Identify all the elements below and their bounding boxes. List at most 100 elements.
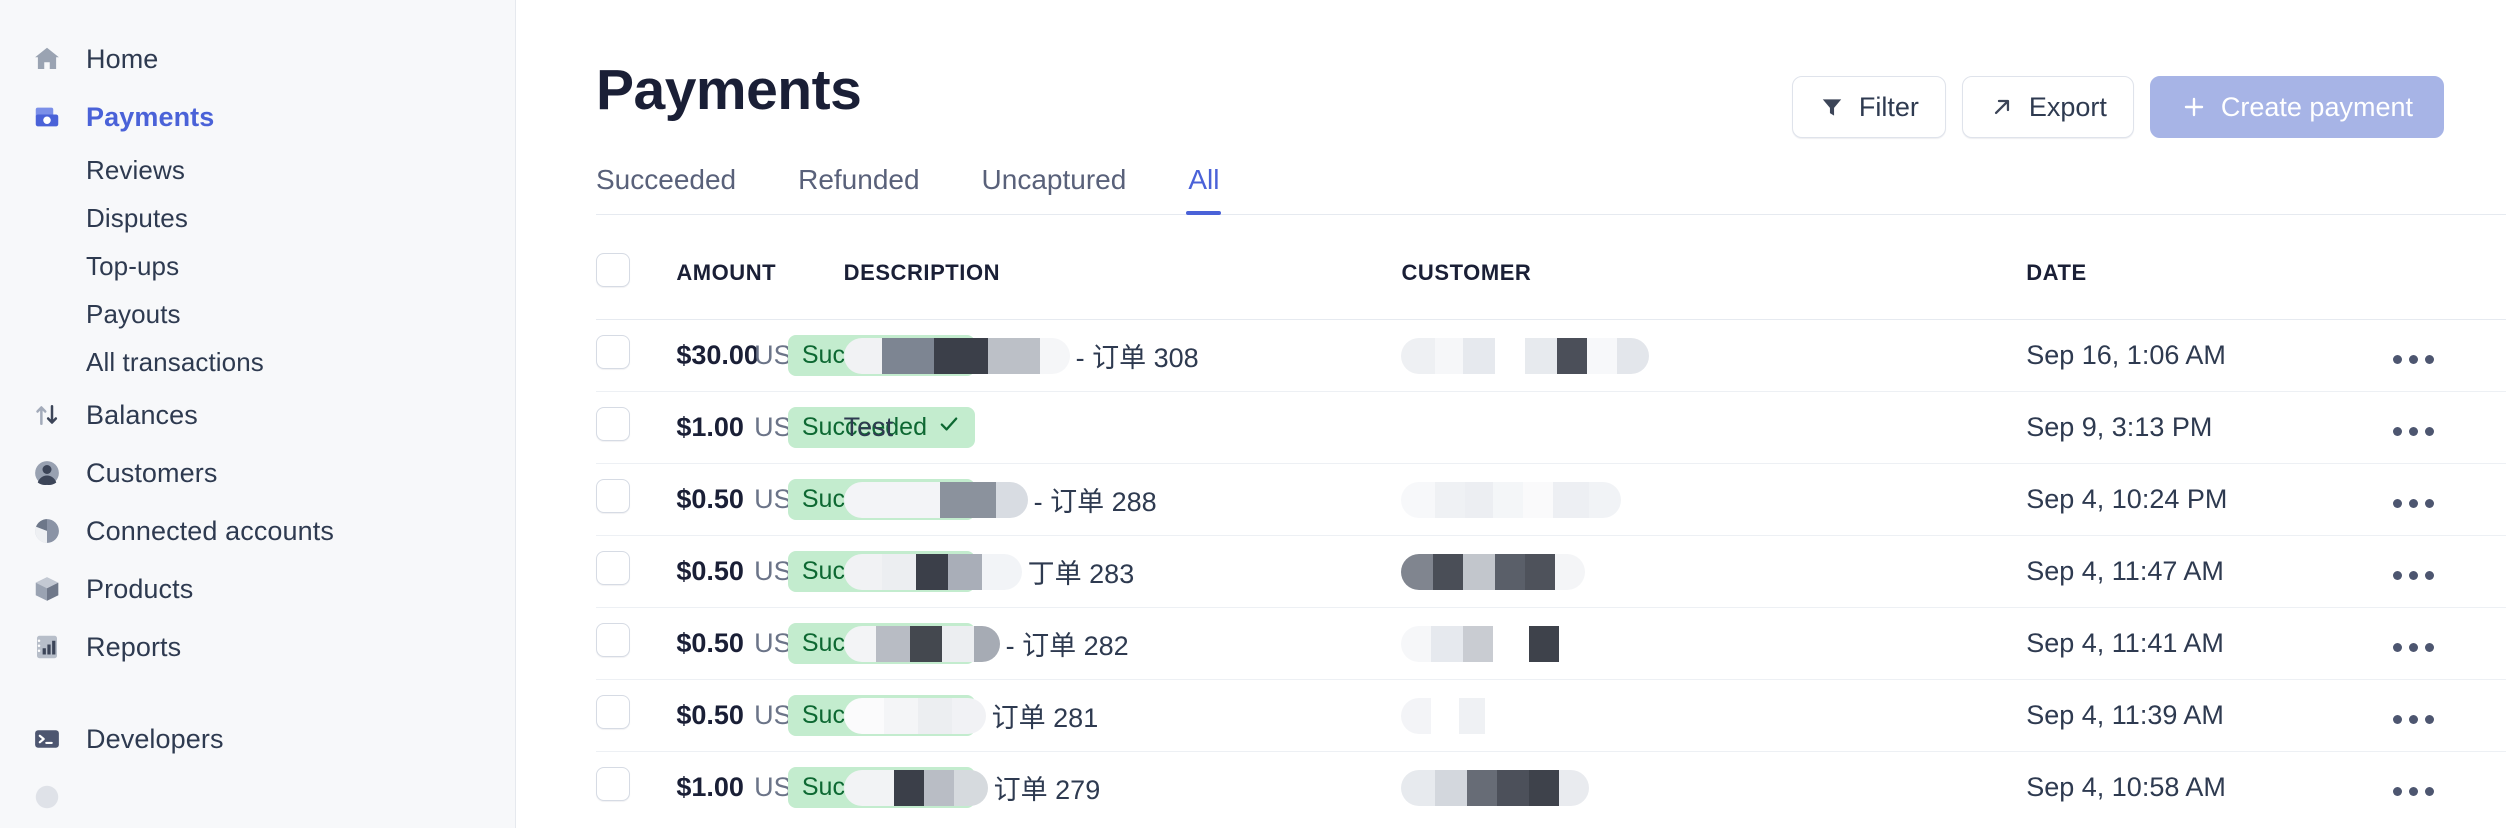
table-row[interactable]: $1.00USDSucceeded订单 279Sep 4, 10:58 AM bbox=[596, 752, 2506, 824]
customer-cell bbox=[1401, 320, 2026, 392]
column-header-date[interactable]: DATE bbox=[2026, 215, 2383, 320]
reports-icon bbox=[30, 630, 64, 664]
row-actions-cell bbox=[2383, 536, 2506, 608]
row-overflow-menu-icon[interactable] bbox=[2383, 427, 2434, 436]
sidebar-item-home[interactable]: Home bbox=[0, 30, 515, 88]
sidebar-item-label: Disputes bbox=[86, 203, 188, 234]
table-row[interactable]: $1.00USDSucceededTestSep 9, 3:13 PM bbox=[596, 392, 2506, 464]
redacted-block bbox=[844, 770, 988, 806]
description-text: 订单 279 bbox=[988, 768, 1101, 807]
status-cell: Succeeded bbox=[788, 464, 844, 536]
sidebar-item-label: Reports bbox=[86, 632, 181, 663]
page-header: Payments Filter Export bbox=[596, 0, 2506, 138]
sidebar: Home Payments Reviews Disputes Top-ups P… bbox=[0, 0, 516, 828]
redacted-block bbox=[1401, 626, 1587, 662]
sidebar-item-label: Connected accounts bbox=[86, 516, 334, 547]
balances-icon bbox=[30, 398, 64, 432]
row-checkbox[interactable] bbox=[596, 479, 630, 513]
sidebar-item-developers[interactable]: Developers bbox=[0, 710, 515, 768]
date-cell: Sep 9, 3:13 PM bbox=[2026, 392, 2383, 464]
tab-succeeded[interactable]: Succeeded bbox=[596, 164, 736, 214]
sidebar-item-label: Balances bbox=[86, 400, 198, 431]
amount-cell: $0.50 bbox=[676, 464, 732, 536]
redacted-block bbox=[1401, 482, 1621, 518]
payments-icon bbox=[30, 100, 64, 134]
description-text: 订单 281 bbox=[986, 696, 1099, 735]
sidebar-item-customers[interactable]: Customers bbox=[0, 444, 515, 502]
settings-icon bbox=[30, 780, 64, 814]
customers-icon bbox=[30, 456, 64, 490]
plus-icon bbox=[2181, 94, 2207, 120]
redacted-block bbox=[844, 482, 1028, 518]
row-select-cell bbox=[596, 536, 676, 608]
sidebar-item-balances[interactable]: Balances bbox=[0, 386, 515, 444]
status-cell: Succeeded bbox=[788, 536, 844, 608]
export-icon bbox=[1989, 94, 2015, 120]
table-row[interactable]: $0.50USDSucceeded订单 281Sep 4, 11:39 AM bbox=[596, 680, 2506, 752]
sidebar-item-top-ups[interactable]: Top-ups bbox=[0, 242, 515, 290]
row-checkbox[interactable] bbox=[596, 407, 630, 441]
status-cell: Succeeded bbox=[788, 752, 844, 824]
description-text: Test bbox=[844, 412, 894, 443]
tab-all[interactable]: All bbox=[1188, 164, 1219, 214]
payments-table: AMOUNT DESCRIPTION CUSTOMER DATE $30.00U… bbox=[596, 215, 2506, 824]
sidebar-item-disputes[interactable]: Disputes bbox=[0, 194, 515, 242]
sidebar-item-reports[interactable]: Reports bbox=[0, 618, 515, 676]
customer-cell bbox=[1401, 392, 2026, 464]
create-payment-button[interactable]: Create payment bbox=[2150, 76, 2444, 138]
sidebar-item-label: Reviews bbox=[86, 155, 185, 186]
column-header-customer[interactable]: CUSTOMER bbox=[1401, 215, 2026, 320]
row-overflow-menu-icon[interactable] bbox=[2383, 643, 2434, 652]
sidebar-item-products[interactable]: Products bbox=[0, 560, 515, 618]
products-icon bbox=[30, 572, 64, 606]
sidebar-item-payments[interactable]: Payments bbox=[0, 88, 515, 146]
amount-cell: $1.00 bbox=[676, 752, 732, 824]
table-row[interactable]: $30.00USDSucceeded- 订单 308Sep 16, 1:06 A… bbox=[596, 320, 2506, 392]
export-button[interactable]: Export bbox=[1962, 76, 2134, 138]
sidebar-item-reviews[interactable]: Reviews bbox=[0, 146, 515, 194]
description-text: - 订单 282 bbox=[1000, 624, 1129, 663]
sidebar-item-partial[interactable] bbox=[0, 768, 515, 826]
tab-label: Refunded bbox=[798, 164, 919, 195]
row-overflow-menu-icon[interactable] bbox=[2383, 787, 2434, 796]
amount-cell: $0.50 bbox=[676, 536, 732, 608]
table-head: AMOUNT DESCRIPTION CUSTOMER DATE bbox=[596, 215, 2506, 320]
date-cell: Sep 4, 10:24 PM bbox=[2026, 464, 2383, 536]
row-overflow-menu-icon[interactable] bbox=[2383, 571, 2434, 580]
row-checkbox[interactable] bbox=[596, 695, 630, 729]
row-checkbox[interactable] bbox=[596, 623, 630, 657]
customer-cell bbox=[1401, 608, 2026, 680]
column-header-amount[interactable]: AMOUNT bbox=[676, 215, 843, 320]
filter-button[interactable]: Filter bbox=[1792, 76, 1946, 138]
description-cell: 订单 281 bbox=[844, 680, 1402, 752]
row-checkbox[interactable] bbox=[596, 335, 630, 369]
sidebar-item-all-transactions[interactable]: All transactions bbox=[0, 338, 515, 386]
select-all-header bbox=[596, 215, 676, 320]
filter-icon bbox=[1819, 94, 1845, 120]
sidebar-item-payouts[interactable]: Payouts bbox=[0, 290, 515, 338]
column-header-description[interactable]: DESCRIPTION bbox=[844, 215, 1402, 320]
select-all-checkbox[interactable] bbox=[596, 253, 630, 287]
row-overflow-menu-icon[interactable] bbox=[2383, 715, 2434, 724]
tab-refunded[interactable]: Refunded bbox=[798, 164, 919, 214]
redacted-block bbox=[1401, 554, 1585, 590]
description-cell: - 订单 308 bbox=[844, 320, 1402, 392]
sidebar-item-connected-accounts[interactable]: Connected accounts bbox=[0, 502, 515, 560]
row-select-cell bbox=[596, 608, 676, 680]
row-actions-cell bbox=[2383, 392, 2506, 464]
row-checkbox[interactable] bbox=[596, 551, 630, 585]
tab-uncaptured[interactable]: Uncaptured bbox=[982, 164, 1127, 214]
table-row[interactable]: $0.50USDSucceeded丁单 283Sep 4, 11:47 AM bbox=[596, 536, 2506, 608]
row-select-cell bbox=[596, 464, 676, 536]
developers-icon bbox=[30, 722, 64, 756]
row-overflow-menu-icon[interactable] bbox=[2383, 355, 2434, 364]
status-cell: Succeeded bbox=[788, 392, 844, 464]
description-text: 丁单 283 bbox=[1022, 552, 1135, 591]
tab-label: All bbox=[1188, 164, 1219, 195]
row-checkbox[interactable] bbox=[596, 767, 630, 801]
row-overflow-menu-icon[interactable] bbox=[2383, 499, 2434, 508]
table-row[interactable]: $0.50USDSucceeded- 订单 282Sep 4, 11:41 AM bbox=[596, 608, 2506, 680]
sidebar-item-label: Products bbox=[86, 574, 193, 605]
customer-cell bbox=[1401, 680, 2026, 752]
table-row[interactable]: $0.50USDSucceeded- 订单 288Sep 4, 10:24 PM bbox=[596, 464, 2506, 536]
